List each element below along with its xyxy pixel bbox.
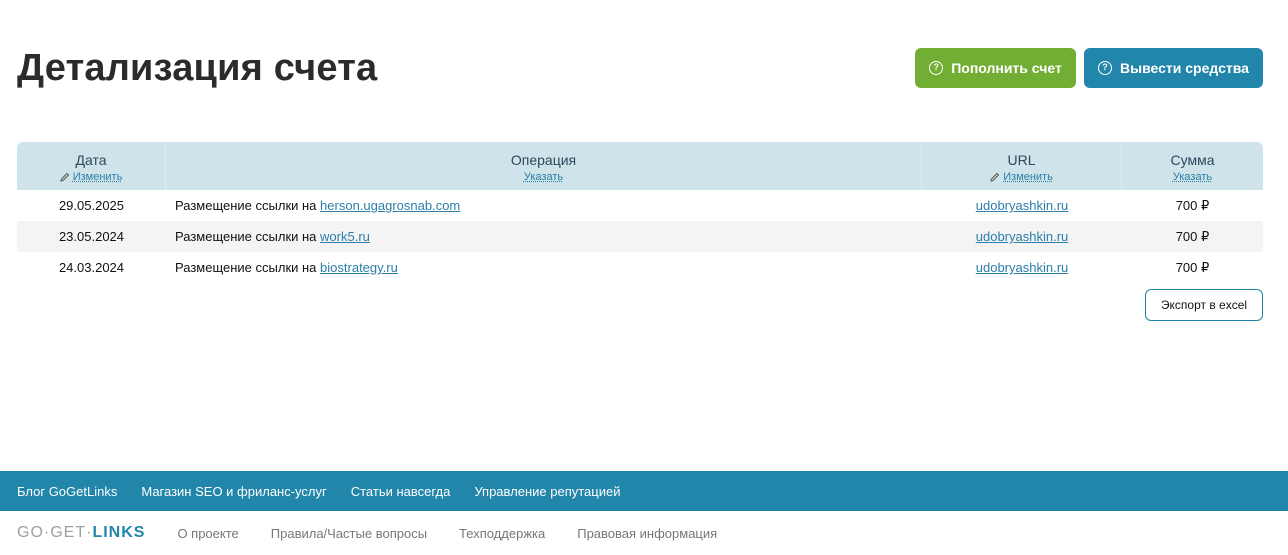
transactions-table: Дата Изменить Операция Указать URL Измен… bbox=[17, 142, 1263, 283]
url-cell: udobryashkin.ru bbox=[922, 252, 1122, 283]
url-link[interactable]: udobryashkin.ru bbox=[976, 229, 1069, 244]
column-title: Операция bbox=[510, 151, 577, 168]
sum-cell: 700 ₽ bbox=[1175, 228, 1210, 244]
footer-top-nav: Блог GoGetLinks Магазин SEO и фриланс-ус… bbox=[0, 471, 1288, 511]
date-cell: 29.05.2025 bbox=[58, 198, 125, 213]
footer-bottom-nav: GO·GET·LINKS О проекте Правила/Частые во… bbox=[0, 511, 1288, 555]
operation-site-link[interactable]: work5.ru bbox=[320, 229, 370, 244]
logo-right: LINKS bbox=[92, 524, 146, 541]
column-title: Сумма bbox=[1170, 151, 1215, 168]
withdraw-button[interactable]: ? Вывести средства bbox=[1084, 48, 1263, 88]
operation-cell: Размещение ссылки на herson.ugagrosnab.c… bbox=[166, 190, 922, 221]
url-link[interactable]: udobryashkin.ru bbox=[976, 260, 1069, 275]
operation-cell: Размещение ссылки на work5.ru bbox=[166, 221, 922, 252]
pencil-icon bbox=[990, 172, 1000, 182]
question-icon: ? bbox=[1098, 61, 1113, 75]
export-excel-button[interactable]: Экспорт в excel bbox=[1145, 289, 1263, 321]
deposit-button-label: Пополнить счет bbox=[951, 60, 1062, 76]
column-sum: Сумма Указать bbox=[1122, 142, 1263, 190]
change-date-link[interactable]: Изменить bbox=[60, 170, 123, 183]
column-date: Дата Изменить bbox=[17, 142, 166, 190]
table-row: 23.05.2024 Размещение ссылки на work5.ru… bbox=[17, 221, 1263, 252]
column-url: URL Изменить bbox=[922, 142, 1122, 190]
withdraw-button-label: Вывести средства bbox=[1120, 60, 1249, 76]
table-row: 29.05.2025 Размещение ссылки на herson.u… bbox=[17, 190, 1263, 221]
deposit-button[interactable]: ? Пополнить счет bbox=[915, 48, 1076, 88]
footer-link-legal[interactable]: Правовая информация bbox=[577, 526, 717, 541]
specify-sum-link[interactable]: Указать bbox=[1173, 171, 1212, 183]
logo-left: GO·GET· bbox=[17, 524, 93, 541]
column-operation: Операция Указать bbox=[166, 142, 922, 190]
change-url-link[interactable]: Изменить bbox=[990, 171, 1053, 183]
page-title: Детализация счета bbox=[17, 47, 378, 89]
operation-cell: Размещение ссылки на biostrategy.ru bbox=[166, 252, 922, 283]
footer-link-articles[interactable]: Статьи навсегда bbox=[351, 484, 451, 499]
date-cell: 24.03.2024 bbox=[58, 260, 125, 275]
url-link[interactable]: udobryashkin.ru bbox=[976, 198, 1069, 213]
footer-link-reputation[interactable]: Управление репутацией bbox=[474, 484, 620, 499]
footer-link-blog[interactable]: Блог GoGetLinks bbox=[17, 484, 117, 499]
url-cell: udobryashkin.ru bbox=[922, 190, 1122, 221]
table-row: 24.03.2024 Размещение ссылки на biostrat… bbox=[17, 252, 1263, 283]
logo[interactable]: GO·GET·LINKS bbox=[17, 524, 145, 542]
operation-site-link[interactable]: biostrategy.ru bbox=[320, 260, 398, 275]
operation-text: Размещение ссылки на bbox=[175, 229, 317, 244]
url-cell: udobryashkin.ru bbox=[922, 221, 1122, 252]
column-title: URL bbox=[1007, 151, 1036, 168]
sum-cell: 700 ₽ bbox=[1175, 259, 1210, 275]
operation-text: Размещение ссылки на bbox=[175, 198, 317, 213]
column-title: Дата bbox=[75, 151, 107, 168]
question-icon: ? bbox=[929, 61, 944, 75]
sum-cell: 700 ₽ bbox=[1175, 197, 1210, 213]
table-header: Дата Изменить Операция Указать URL Измен… bbox=[17, 142, 1263, 190]
footer-link-about[interactable]: О проекте bbox=[177, 526, 238, 541]
footer-link-shop[interactable]: Магазин SEO и фриланс-услуг bbox=[141, 484, 326, 499]
change-link-label: Изменить bbox=[1003, 170, 1053, 183]
operation-text: Размещение ссылки на bbox=[175, 260, 317, 275]
pencil-icon bbox=[60, 172, 69, 182]
operation-site-link[interactable]: herson.ugagrosnab.com bbox=[320, 198, 460, 213]
footer-link-support[interactable]: Техподдержка bbox=[459, 526, 545, 541]
change-link-label: Изменить bbox=[72, 170, 123, 183]
footer-link-rules[interactable]: Правила/Частые вопросы bbox=[271, 526, 427, 541]
specify-operation-link[interactable]: Указать bbox=[524, 171, 563, 183]
date-cell: 23.05.2024 bbox=[58, 229, 125, 244]
